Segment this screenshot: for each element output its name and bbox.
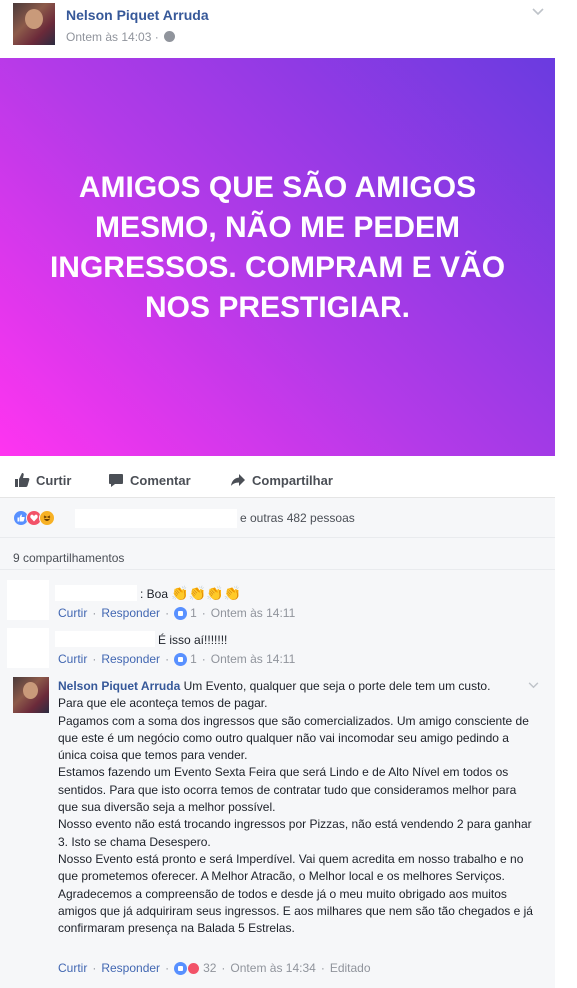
comment-line: Um Evento, qualquer que seja o porte del…: [183, 679, 491, 693]
comment-reaction-count[interactable]: 32: [203, 961, 216, 975]
like-button-label: Curtir: [36, 472, 72, 488]
comment-like-link[interactable]: Curtir: [58, 606, 87, 620]
post-author-name[interactable]: Nelson Piquet Arruda: [66, 7, 209, 23]
comment-reply-link[interactable]: Responder: [101, 606, 160, 620]
reactions-summary-text[interactable]: e outras 482 pessoas: [240, 511, 355, 525]
comment-line: Estamos fazendo um Evento Sexta Feira qu…: [58, 765, 517, 815]
comment-actions: Curtir · Responder · 1 · Ontem às 14:11: [58, 606, 296, 620]
clapping-hands-emoji: 👏👏👏👏: [171, 585, 242, 601]
share-button-label: Compartilhar: [252, 472, 333, 488]
comments-section: : Boa 👏👏👏👏 Curtir · Responder · 1 · Onte…: [0, 570, 555, 988]
reactions-summary[interactable]: e outras 482 pessoas: [0, 498, 555, 538]
reaction-icons: [13, 510, 55, 526]
redacted-names: [75, 509, 237, 528]
like-mini-icon: [174, 652, 188, 666]
comment-author-avatar[interactable]: [13, 677, 49, 713]
comment-2-text: É isso aí!!!!!!!: [158, 633, 228, 647]
comment-button[interactable]: Comentar: [108, 472, 191, 488]
post-timestamp[interactable]: Ontem às 14:03: [66, 30, 151, 44]
shares-count[interactable]: 9 compartilhamentos: [13, 551, 124, 565]
like-button[interactable]: Curtir: [14, 472, 71, 488]
comment-1-text: : Boa: [140, 587, 169, 601]
comment-actions: Curtir · Responder · 32 · Ontem às 14:34…: [58, 961, 371, 975]
comment-3-body: Nelson Piquet Arruda Um Evento, qualquer…: [58, 678, 533, 937]
post-banner: AMIGOS QUE SÃO AMIGOS MESMO, NÃO ME PEDE…: [0, 58, 555, 456]
comment-avatar[interactable]: [7, 580, 49, 620]
haha-reaction-icon: [39, 510, 55, 526]
comment-time[interactable]: Ontem às 14:34: [230, 961, 315, 975]
comment-time[interactable]: Ontem às 14:11: [211, 652, 296, 666]
comment-like-link[interactable]: Curtir: [58, 961, 87, 975]
comment-reaction-count[interactable]: 1: [190, 606, 197, 620]
shares-row: 9 compartilhamentos: [0, 538, 555, 570]
comment-line: Para que ele aconteça temos de pagar.: [58, 696, 268, 711]
share-arrow-icon: [231, 474, 245, 486]
like-mini-icon: [174, 606, 188, 620]
comment-line: Nosso Evento está pronto e será Imperdív…: [58, 851, 524, 884]
comment-icon: [109, 474, 123, 487]
comment-line: Agradecemos a compreensão de todos e des…: [58, 886, 533, 936]
share-button[interactable]: Compartilhar: [230, 472, 333, 488]
comment-line: Nosso evento não está trocando ingressos…: [58, 817, 532, 849]
author-avatar[interactable]: [13, 3, 55, 45]
meta-separator: ·: [154, 30, 159, 44]
comment-reaction-count[interactable]: 1: [190, 652, 197, 666]
comment-like-link[interactable]: Curtir: [58, 652, 87, 666]
like-mini-icon: [174, 961, 188, 975]
comment-author-name[interactable]: Nelson Piquet Arruda: [58, 679, 180, 693]
comment-reply-link[interactable]: Responder: [101, 652, 160, 666]
globe-icon: [164, 31, 176, 42]
post-options-chevron-icon[interactable]: [532, 5, 544, 17]
comment-edited-label[interactable]: Editado: [330, 961, 371, 975]
banner-text: AMIGOS QUE SÃO AMIGOS MESMO, NÃO ME PEDE…: [49, 171, 506, 324]
comment-time[interactable]: Ontem às 14:11: [211, 606, 296, 620]
comment-button-label: Comentar: [130, 472, 191, 488]
love-mini-icon: [187, 961, 201, 975]
post-header: Nelson Piquet Arruda Ontem às 14:03 ·: [0, 0, 555, 58]
redacted-commenter-name: [55, 631, 155, 647]
redacted-commenter-name: [55, 585, 137, 601]
comment-reply-link[interactable]: Responder: [101, 961, 160, 975]
post-actions-bar: Curtir Comentar Compartilhar: [0, 462, 555, 498]
post-meta: Ontem às 14:03 ·: [66, 30, 176, 44]
comment-text: : Boa 👏👏👏👏: [140, 585, 241, 602]
comment-avatar[interactable]: [7, 628, 49, 668]
post-card: Nelson Piquet Arruda Ontem às 14:03 · AM…: [0, 0, 555, 988]
thumbs-up-icon: [15, 473, 30, 487]
comment-line: Pagamos com a soma dos ingressos que são…: [58, 713, 529, 763]
comment-actions: Curtir · Responder · 1 · Ontem às 14:11: [58, 652, 296, 666]
